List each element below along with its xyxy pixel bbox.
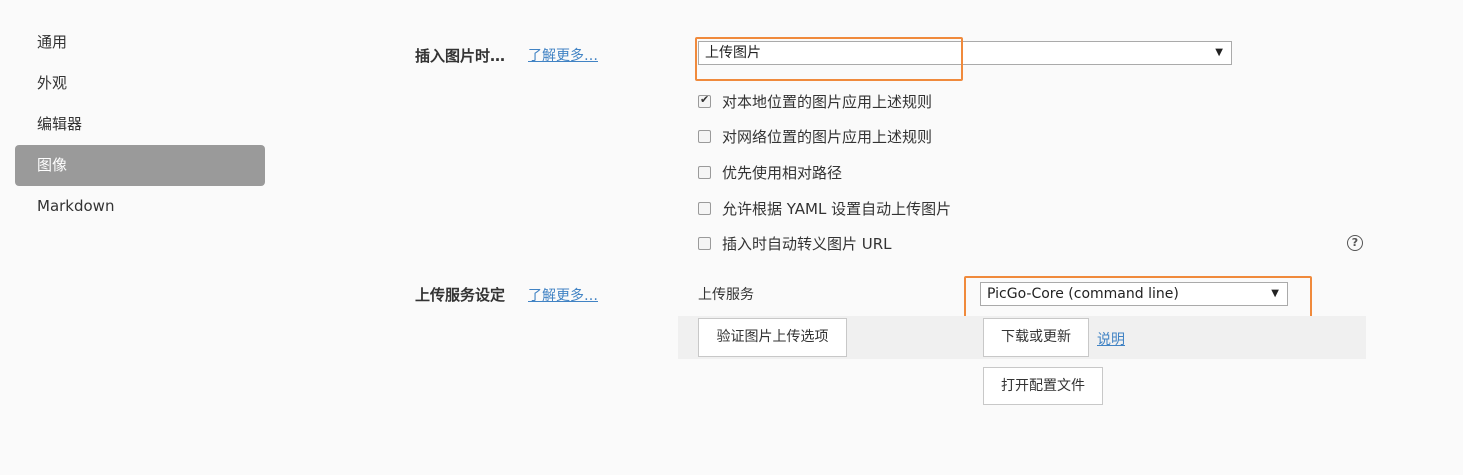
- option-label: 优先使用相对路径: [722, 163, 843, 182]
- insert-image-title: 插入图片时…: [415, 47, 506, 65]
- verify-upload-button[interactable]: 验证图片上传选项: [698, 318, 847, 357]
- download-update-button[interactable]: 下载或更新: [983, 318, 1089, 357]
- dropdown-arrow-icon: ▼: [1215, 47, 1223, 58]
- upload-service-label: 上传服务: [698, 287, 754, 303]
- checkbox-checked-icon[interactable]: [698, 93, 711, 108]
- sidebar-item-image[interactable]: 图像: [15, 145, 265, 186]
- checkbox-icon[interactable]: [698, 236, 711, 250]
- upload-service-title: 上传服务设定: [415, 286, 506, 304]
- option-relative-path[interactable]: 优先使用相对路径: [698, 162, 842, 182]
- open-config-button[interactable]: 打开配置文件: [983, 367, 1103, 405]
- option-label: 插入时自动转义图片 URL: [722, 234, 892, 253]
- option-yaml-upload[interactable]: 允许根据 YAML 设置自动上传图片: [698, 198, 951, 218]
- option-escape-url[interactable]: 插入时自动转义图片 URL: [698, 233, 892, 253]
- insert-select-highlight: [695, 37, 963, 81]
- checkbox-icon[interactable]: [698, 201, 711, 215]
- sidebar-item-appearance[interactable]: 外观: [15, 63, 265, 104]
- sidebar-item-editor[interactable]: 编辑器: [15, 104, 265, 145]
- insert-learn-more-link[interactable]: 了解更多…: [528, 45, 598, 65]
- option-local-images[interactable]: 对本地位置的图片应用上述规则: [698, 91, 932, 111]
- help-icon[interactable]: ?: [1347, 235, 1363, 251]
- sidebar-item-general[interactable]: 通用: [15, 22, 265, 63]
- sidebar-item-markdown[interactable]: Markdown: [15, 186, 265, 227]
- upload-select-highlight: [964, 276, 1312, 321]
- option-label: 允许根据 YAML 设置自动上传图片: [722, 199, 952, 218]
- checkbox-icon[interactable]: [698, 165, 711, 179]
- option-label: 对本地位置的图片应用上述规则: [722, 92, 933, 111]
- settings-sidebar: 通用 外观 编辑器 图像 Markdown: [15, 22, 265, 227]
- explain-link[interactable]: 说明: [1097, 329, 1125, 349]
- checkbox-icon[interactable]: [698, 129, 711, 143]
- option-label: 对网络位置的图片应用上述规则: [722, 127, 933, 146]
- upload-learn-more-link[interactable]: 了解更多…: [528, 285, 598, 305]
- option-network-images[interactable]: 对网络位置的图片应用上述规则: [698, 126, 932, 146]
